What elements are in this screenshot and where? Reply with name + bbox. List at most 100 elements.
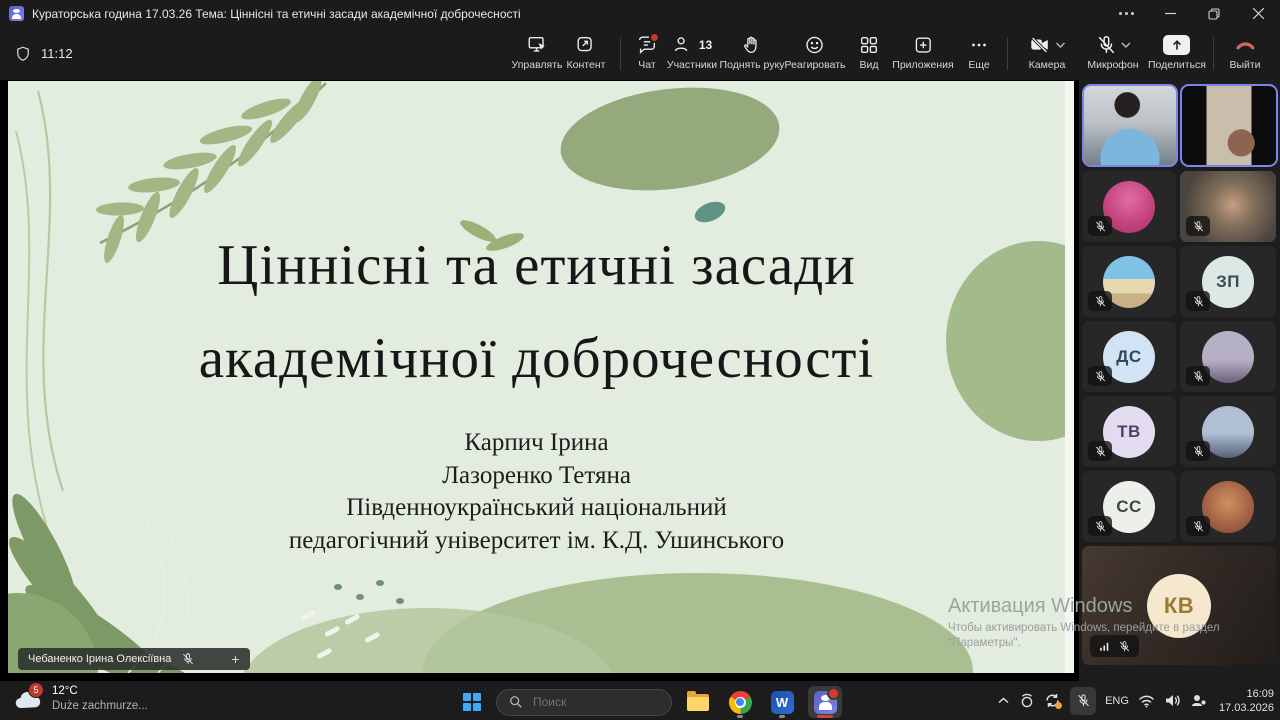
chat-notification-dot [649,32,660,43]
mic-muted-badge [1186,291,1210,311]
mic-muted-badge [1088,366,1112,386]
grid-view-icon [858,34,880,56]
mic-muted-badge [1186,366,1210,386]
meeting-toolbar: 11:12 Управлять Контент Чат 13 Участники… [0,27,1280,80]
view-button[interactable]: Вид [858,32,880,71]
content-share-icon [575,34,597,56]
participant-tile[interactable] [1180,396,1276,467]
participant-tile[interactable] [1180,321,1276,392]
participant-tile[interactable]: ТВ [1082,396,1176,467]
mic-button[interactable]: Микрофон [1087,32,1138,71]
participant-tile[interactable]: ЗП [1180,246,1276,317]
language-indicator[interactable]: ENG [1105,695,1129,707]
ellipsis-icon [968,34,990,56]
content-button[interactable]: Контент [567,32,606,71]
taskbar-teams-active[interactable] [808,686,842,718]
signal-strength-icon [1098,640,1111,653]
participant-tile[interactable]: ДС [1082,321,1176,392]
participant-tile[interactable] [1180,171,1276,242]
meeting-timer: 11:12 [14,27,73,80]
tray-headset-icon[interactable] [1019,693,1035,709]
wifi-icon[interactable] [1138,694,1155,708]
leave-button[interactable]: Выйти [1229,32,1260,71]
manage-button[interactable]: Управлять [512,32,563,71]
tray-mic-muted-icon[interactable] [1070,687,1096,715]
chat-button[interactable]: Чат [636,32,658,71]
slide-authors: Карпич Ірина Лазоренко Тетяна Південноук… [8,427,1065,557]
react-button[interactable]: Реагировать [785,32,846,71]
word-icon: W [771,691,794,714]
clock[interactable]: 16:09 17.03.2026 [1219,687,1274,715]
windows-logo-icon [463,693,481,711]
running-indicator [779,715,785,718]
taskbar-chrome[interactable] [724,687,756,717]
titlebar-more-icon[interactable] [1104,0,1148,27]
mic-off-icon [1192,295,1205,308]
camera-off-icon [1028,34,1052,56]
raise-hand-button[interactable]: Поднять руку [720,32,785,71]
mic-muted-badge [1088,291,1112,311]
mic-off-icon [1192,220,1205,233]
search-input[interactable] [531,694,645,710]
participants-count: 13 [699,38,712,52]
avatar-initials: КВ [1147,574,1211,638]
mic-off-icon [1095,34,1117,56]
weather-desc: Duże zachmurze... [52,699,148,714]
participants-button[interactable]: 13 Участники [667,32,717,71]
participant-tile[interactable]: СС [1082,471,1176,542]
notification-badge: 5 [28,682,44,698]
window-titlebar: Кураторська година 17.03.26 Тема: Цінніс… [0,0,1280,27]
presenter-name-pill[interactable]: Чебаненко Ірина Олексіївна + [18,648,250,670]
toolbar-divider [1213,37,1214,70]
mic-muted-badge [1186,516,1210,536]
participant-tile[interactable] [1180,471,1276,542]
toolbar-divider [620,37,621,70]
speaker-icon[interactable] [1164,693,1181,708]
chrome-icon [729,691,752,714]
share-button[interactable]: Поделиться [1148,32,1206,71]
participant-tile[interactable] [1180,84,1278,167]
mic-off-icon [1094,445,1107,458]
tray-sync-icon[interactable] [1044,692,1061,709]
pin-add-icon[interactable]: + [231,651,239,667]
restore-button[interactable] [1192,0,1236,27]
taskbar-word[interactable]: W [766,687,798,717]
apps-button[interactable]: Приложения [892,32,953,71]
mic-muted-badge [1088,216,1112,236]
window-title: Кураторська година 17.03.26 Тема: Цінніс… [32,7,521,21]
start-button[interactable] [458,688,486,716]
mic-muted-badge [1186,216,1210,236]
shield-icon [14,45,32,63]
search-box[interactable] [496,689,672,716]
running-indicator [737,715,743,718]
tray-date: 17.03.2026 [1219,701,1274,715]
taskbar: 5 12°C Duże zachmurze... W [0,681,1280,720]
mic-chevron-icon[interactable] [1120,41,1131,49]
toolbar-divider [1007,37,1008,70]
minimize-button[interactable] [1148,0,1192,27]
camera-button[interactable]: Камера [1028,32,1066,71]
share-up-icon [1163,35,1190,55]
participant-tile[interactable] [1082,84,1178,167]
add-app-icon [912,34,934,56]
search-icon [509,695,523,709]
slide-canvas-edge [1065,81,1074,673]
close-button[interactable] [1236,0,1280,27]
participant-tile[interactable] [1082,246,1176,317]
mic-muted-badge [1088,441,1112,461]
mic-off-icon [1118,640,1131,653]
more-button[interactable]: Еще [968,32,990,71]
participant-tile[interactable]: КВ [1082,546,1276,665]
active-app-indicator [817,715,833,718]
screen-control-icon [526,34,548,56]
participant-tile[interactable] [1082,171,1176,242]
slide-title: Ціннісні та етичні засади академічної до… [8,219,1065,405]
camera-chevron-icon[interactable] [1055,41,1066,49]
presentation-slide: Ціннісні та етичні засади академічної до… [8,81,1065,673]
tray-people-icon[interactable] [1190,693,1207,708]
mic-off-icon [1094,295,1107,308]
mic-muted-badge [1186,441,1210,461]
weather-widget[interactable]: 5 12°C Duże zachmurze... [14,684,148,714]
tray-chevron-up-icon[interactable] [997,696,1010,705]
taskbar-file-explorer[interactable] [682,687,714,717]
